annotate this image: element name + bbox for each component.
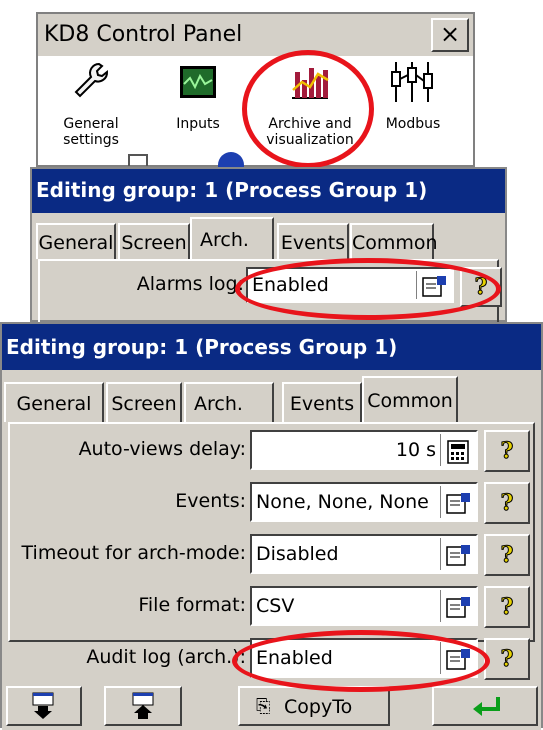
highlight-ring-archive: [242, 50, 374, 168]
events-help-button[interactable]: ?: [484, 482, 530, 524]
timeout-arch-mode-label: Timeout for arch-mode:: [21, 542, 246, 564]
common-tab-arch[interactable]: Arch.: [184, 382, 274, 422]
common-tab-general[interactable]: General: [4, 382, 104, 422]
highlight-ring-alarms-log: [235, 258, 501, 320]
timeout-arch-mode-help-button[interactable]: ?: [484, 534, 530, 576]
arch-tab-arch-label: Arch.: [200, 229, 249, 251]
common-tab-screen[interactable]: Screen: [106, 382, 182, 422]
common-tab-events[interactable]: Events: [282, 382, 362, 422]
audit-log-help-button[interactable]: ?: [484, 638, 530, 680]
events-properties-button[interactable]: [440, 486, 474, 518]
common-tab-general-label: General: [16, 393, 92, 415]
arch-dialog-title: Editing group: 1 (Process Group 1): [36, 178, 428, 202]
arch-tab-common-label: Common: [352, 232, 438, 254]
common-dialog-title: Editing group: 1 (Process Group 1): [6, 335, 398, 359]
alarms-log-label: Alarms log:: [136, 273, 244, 295]
copy-icon: ⎘: [256, 696, 271, 717]
auto-views-delay-value: 10 s: [395, 439, 436, 461]
events-field[interactable]: None, None, None: [250, 482, 478, 522]
common-tab-events-label: Events: [289, 393, 355, 415]
help-icon: ?: [500, 438, 514, 465]
arch-tab-common[interactable]: Common: [350, 223, 438, 259]
arch-tab-general[interactable]: General: [36, 223, 116, 259]
waveform-icon: [180, 66, 216, 98]
move-down-icon: [32, 692, 54, 719]
file-format-value: CSV: [256, 595, 295, 617]
file-format-label: File format:: [138, 594, 246, 616]
wrench-icon: [74, 62, 108, 98]
arch-tab-row: General Screen Arch. Events Common: [32, 217, 505, 259]
events-label: Events:: [175, 490, 246, 512]
auto-views-delay-field[interactable]: 10 s: [250, 430, 478, 470]
common-tab-row: General Screen Arch. Events Common: [2, 376, 541, 422]
timeout-arch-mode-properties-button[interactable]: [440, 538, 474, 570]
auto-views-delay-calc-button[interactable]: [440, 434, 474, 466]
arch-dialog-titlebar: Editing group: 1 (Process Group 1): [32, 169, 505, 213]
auto-views-delay-label: Auto-views delay:: [78, 438, 246, 460]
highlight-ring-audit-log: [232, 630, 490, 692]
arch-tab-screen[interactable]: Screen: [118, 223, 190, 259]
common-tab-common-label: Common: [367, 390, 453, 412]
properties-icon: [446, 545, 470, 566]
common-tab-common[interactable]: Common: [362, 376, 458, 422]
icon-label-inputs: Inputs: [176, 116, 220, 132]
properties-icon: [446, 493, 470, 514]
calculator-icon: [447, 440, 469, 464]
help-icon: ?: [500, 646, 514, 673]
common-dialog-titlebar: Editing group: 1 (Process Group 1): [2, 324, 541, 370]
properties-icon: [446, 597, 470, 618]
copyto-button[interactable]: ⎘ CopyTo: [238, 686, 390, 726]
control-panel-title: KD8 Control Panel: [44, 22, 243, 47]
close-button[interactable]: ×: [431, 18, 469, 52]
file-format-properties-button[interactable]: [440, 590, 474, 622]
arch-tab-events[interactable]: Events: [277, 223, 349, 259]
audit-log-label: Audit log (arch.):: [86, 646, 246, 668]
auto-views-delay-help-button[interactable]: ?: [484, 430, 530, 472]
copyto-label: CopyTo: [284, 696, 353, 718]
arch-tab-screen-label: Screen: [121, 232, 187, 254]
close-icon: ×: [439, 20, 461, 48]
help-icon: ?: [500, 594, 514, 621]
control-panel-titlebar: KD8 Control Panel ×: [38, 14, 473, 56]
timeout-arch-mode-value: Disabled: [256, 543, 339, 565]
common-tab-screen-label: Screen: [111, 393, 177, 415]
arch-tab-arch[interactable]: Arch.: [190, 217, 274, 259]
enter-button[interactable]: [432, 686, 538, 726]
move-up-icon: [132, 692, 154, 719]
events-value: None, None, None: [256, 491, 429, 513]
partial-icon: [128, 154, 148, 166]
help-icon: ?: [500, 490, 514, 517]
enter-icon: [473, 697, 500, 716]
move-up-button[interactable]: [104, 686, 182, 726]
icon-inputs[interactable]: Inputs: [153, 58, 243, 163]
arch-tab-general-label: General: [38, 232, 114, 254]
file-format-help-button[interactable]: ?: [484, 586, 530, 628]
icon-modbus[interactable]: Modbus: [368, 58, 458, 163]
icon-label-general-1: General: [63, 116, 119, 132]
common-tab-arch-label: Arch.: [194, 393, 243, 415]
icon-general-settings[interactable]: General settings: [46, 58, 136, 163]
icon-label-modbus: Modbus: [385, 116, 441, 132]
modbus-icon: [391, 62, 433, 102]
move-down-button[interactable]: [6, 686, 82, 726]
icon-label-general-2: settings: [63, 132, 119, 148]
help-icon: ?: [500, 542, 514, 569]
arch-tab-events-label: Events: [280, 232, 346, 254]
file-format-field[interactable]: CSV: [250, 586, 478, 626]
bottom-toolbar: ⎘ CopyTo: [2, 684, 541, 730]
timeout-arch-mode-field[interactable]: Disabled: [250, 534, 478, 574]
